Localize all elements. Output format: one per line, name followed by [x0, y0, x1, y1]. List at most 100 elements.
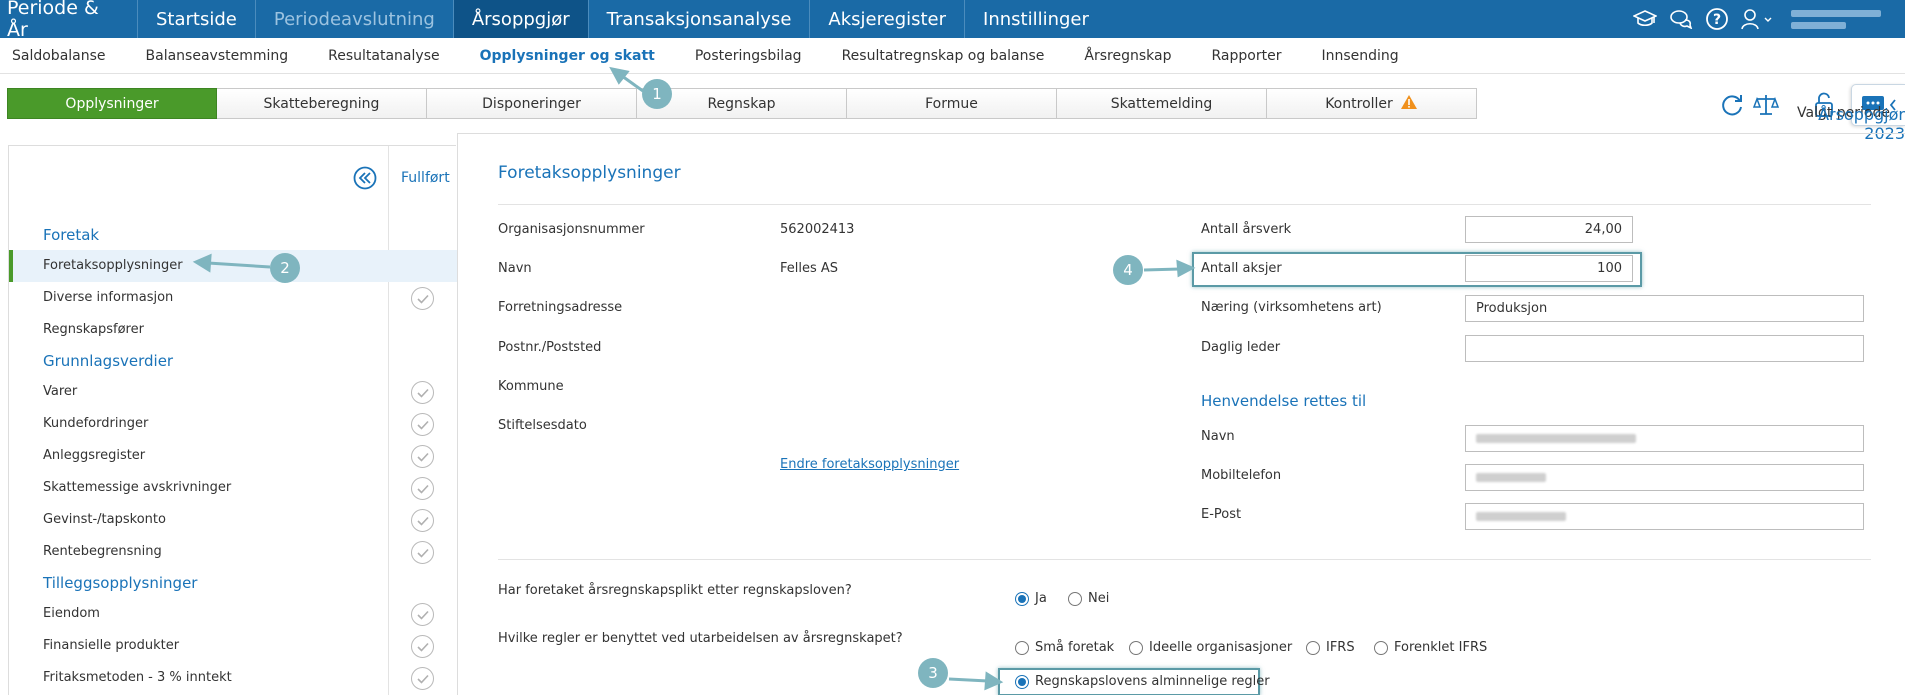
app-title: Periode & År — [7, 0, 99, 41]
nav-item-label: Regnskapsfører — [43, 322, 144, 337]
name-value: Felles AS — [780, 261, 839, 276]
tab-kontroller[interactable]: Kontroller — [1267, 88, 1477, 119]
topnav-startside[interactable]: Startside — [137, 0, 255, 38]
refresh-icon[interactable] — [1715, 88, 1749, 122]
nav-item-label: Kundefordringer — [43, 416, 149, 431]
annotation-marker-3: 3 — [918, 658, 948, 688]
nav-eiendom[interactable]: Eiendom — [9, 598, 457, 630]
nav-item-label: Fritaksmetoden - 3 % inntekt — [43, 670, 232, 685]
radio-nei[interactable]: Nei — [1068, 591, 1109, 606]
check-circle-icon — [411, 413, 434, 436]
nav-anleggsregister[interactable]: Anleggsregister — [9, 440, 457, 472]
tab-disponeringer[interactable]: Disponeringer — [427, 88, 637, 119]
nav-item-label: Rentebegrensning — [43, 544, 162, 559]
chat-icon[interactable] — [1663, 0, 1699, 38]
check-circle-icon — [411, 287, 434, 310]
svg-text:?: ? — [1713, 12, 1721, 28]
contact-name-input[interactable] — [1465, 425, 1864, 452]
group-tilleggsopplysninger: Tilleggsopplysninger — [43, 574, 198, 592]
top-nav-items: Startside Periodeavslutning Årsoppgjør T… — [137, 0, 1107, 38]
main-content-panel: Foretaksopplysninger Organisasjonsnummer… — [457, 133, 1905, 695]
radio-forenklet-ifrs[interactable]: Forenklet IFRS — [1374, 640, 1487, 655]
subnav-resultatanalyse[interactable]: Resultatanalyse — [308, 48, 459, 64]
nav-item-label: Varer — [43, 384, 78, 399]
subnav-innsending[interactable]: Innsending — [1301, 48, 1418, 64]
subnav-balanseavstemming[interactable]: Balanseavstemming — [126, 48, 309, 64]
top-navigation-bar: Periode & År Startside Periodeavslutning… — [0, 0, 1905, 41]
group-foretak: Foretak — [43, 226, 100, 244]
nav-item-label: Diverse informasjon — [43, 290, 174, 305]
tab-opplysninger[interactable]: Opplysninger — [7, 88, 217, 119]
radio-dot-selected — [1015, 674, 1029, 689]
address-label: Forretningsadresse — [498, 300, 623, 315]
nav-kundefordringer[interactable]: Kundefordringer — [9, 408, 457, 440]
radio-label: Ideelle organisasjoner — [1149, 640, 1293, 655]
help-icon[interactable]: ? — [1699, 0, 1735, 38]
nav-item-label: Foretaksopplysninger — [43, 258, 183, 273]
page-title: Foretaksopplysninger — [498, 163, 681, 183]
left-nav-list: Foretak Foretaksopplysninger Diverse inf… — [9, 220, 457, 694]
nav-diverse-informasjon[interactable]: Diverse informasjon — [9, 282, 457, 314]
radio-ideelle-organisasjoner[interactable]: Ideelle organisasjoner — [1129, 640, 1292, 655]
topnav-aksjeregister[interactable]: Aksjeregister — [809, 0, 964, 38]
check-circle-icon — [411, 509, 434, 532]
subnav-opplysninger-og-skatt[interactable]: Opplysninger og skatt — [460, 48, 675, 64]
arsverk-label: Antall årsverk — [1201, 222, 1292, 237]
naering-input[interactable]: Produksjon — [1465, 295, 1864, 322]
subnav-posteringsbilag[interactable]: Posteringsbilag — [675, 48, 822, 64]
radio-ja[interactable]: Ja — [1015, 591, 1047, 606]
nav-finansielle-produkter[interactable]: Finansielle produkter — [9, 630, 457, 662]
nav-item-label: Eiendom — [43, 606, 100, 621]
radio-regnskapslovens-alminnelige-regler[interactable]: Regnskapslovens alminnelige regler — [1015, 674, 1270, 689]
check-circle-icon — [411, 445, 434, 468]
aksjer-input[interactable]: 100 — [1465, 255, 1633, 282]
nav-rentebegrensning[interactable]: Rentebegrensning — [9, 536, 457, 568]
radio-ifrs[interactable]: IFRS — [1306, 640, 1355, 655]
henvendelse-section-title: Henvendelse rettes til — [1201, 392, 1367, 410]
aksjer-label: Antall aksjer — [1201, 261, 1282, 276]
founding-date-label: Stiftelsesdato — [498, 418, 587, 433]
radio-dot — [1068, 591, 1082, 606]
edit-company-info-link[interactable]: Endre foretaksopplysninger — [780, 457, 959, 472]
arsverk-input[interactable]: 24,00 — [1465, 216, 1633, 243]
radio-dot — [1374, 640, 1388, 655]
subnav-arsregnskap[interactable]: Årsregnskap — [1064, 48, 1191, 64]
collapse-panel-icon[interactable] — [353, 166, 377, 194]
nav-regnskapsforer[interactable]: Regnskapsfører — [9, 314, 457, 346]
topnav-arsoppgjor[interactable]: Årsoppgjør — [452, 0, 588, 38]
nav-gevinst-tapskonto[interactable]: Gevinst-/tapskonto — [9, 504, 457, 536]
tab-formue[interactable]: Formue — [847, 88, 1057, 119]
topnav-transaksjonsanalyse[interactable]: Transaksjonsanalyse — [587, 0, 810, 38]
left-navigation-panel: Fullført Foretak Foretaksopplysninger Di… — [8, 145, 457, 695]
radio-sma-foretak[interactable]: Små foretak — [1015, 640, 1114, 655]
subnav-rapporter[interactable]: Rapporter — [1192, 48, 1302, 64]
postal-label: Postnr./Poststed — [498, 340, 602, 355]
nav-foretaksopplysninger[interactable]: Foretaksopplysninger — [9, 250, 457, 282]
radio-dot — [1129, 640, 1143, 655]
subnav-resultatregnskap-og-balanse[interactable]: Resultatregnskap og balanse — [822, 48, 1065, 64]
check-circle-icon — [411, 477, 434, 500]
topnav-innstillinger[interactable]: Innstillinger — [964, 0, 1107, 38]
warning-icon — [1400, 94, 1418, 114]
nav-item-label: Finansielle produkter — [43, 638, 180, 653]
radio-label: Små foretak — [1035, 640, 1115, 655]
nav-fritaksmetoden[interactable]: Fritaksmetoden - 3 % inntekt — [9, 662, 457, 694]
tab-skattemelding[interactable]: Skattemelding — [1057, 88, 1267, 119]
contact-email-input[interactable] — [1465, 503, 1864, 530]
radio-label: IFRS — [1326, 640, 1355, 655]
annotation-marker-2: 2 — [270, 253, 300, 283]
scale-icon[interactable] — [1749, 88, 1783, 122]
tab-skatteberegning[interactable]: Skatteberegning — [217, 88, 427, 119]
radio-label: Regnskapslovens alminnelige regler — [1035, 674, 1270, 689]
subnav-saldobalanse[interactable]: Saldobalanse — [0, 48, 126, 64]
org-number-label: Organisasjonsnummer — [498, 222, 645, 237]
radio-dot-selected — [1015, 591, 1029, 606]
contact-mobile-input[interactable] — [1465, 464, 1864, 491]
graduation-cap-icon[interactable] — [1627, 0, 1663, 38]
daglig-leder-input[interactable] — [1465, 335, 1864, 362]
user-name-blurred[interactable] — [1791, 5, 1891, 33]
nav-skattemessige-avskrivninger[interactable]: Skattemessige avskrivninger — [9, 472, 457, 504]
nav-varer[interactable]: Varer — [9, 376, 457, 408]
topnav-periodeavslutning[interactable]: Periodeavslutning — [254, 0, 453, 38]
user-icon[interactable] — [1735, 0, 1779, 38]
